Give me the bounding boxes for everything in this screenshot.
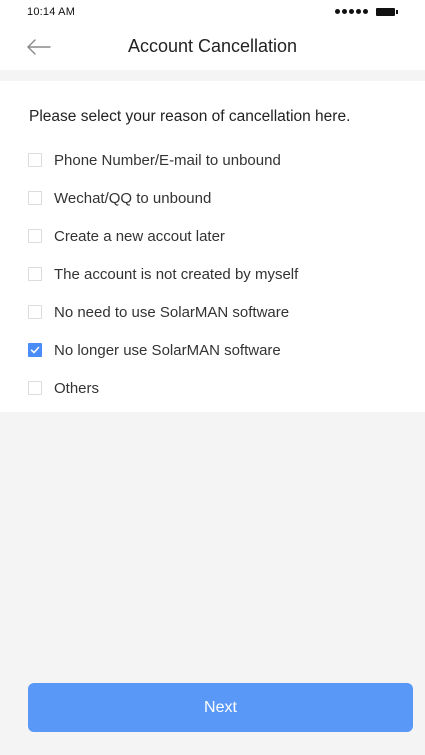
reason-label: Wechat/QQ to unbound — [54, 189, 212, 207]
page-title: Account Cancellation — [127, 36, 298, 56]
next-button[interactable]: Next — [28, 683, 413, 732]
reason-list: Phone Number/E-mail to unbound Wechat/QQ… — [28, 141, 298, 407]
checkmark-icon — [30, 346, 40, 354]
status-time: 10:14 AM — [27, 6, 76, 18]
status-bar: 10:14 AM — [0, 0, 425, 24]
reason-option-no-need[interactable]: No need to use SolarMAN software — [28, 293, 298, 331]
reason-prompt: Please select your reason of cancellatio… — [29, 108, 351, 125]
reason-label: Phone Number/E-mail to unbound — [54, 151, 281, 169]
reason-label: Create a new accout later — [54, 227, 225, 245]
reason-option-not-by-myself[interactable]: The account is not created by myself — [28, 255, 298, 293]
checkbox[interactable] — [28, 305, 42, 319]
reason-section: Please select your reason of cancellatio… — [0, 81, 425, 412]
checkbox[interactable] — [28, 191, 42, 205]
checkbox-checked[interactable] — [28, 343, 42, 357]
reason-label: No longer use SolarMAN software — [54, 341, 281, 359]
battery-icon — [376, 8, 398, 16]
checkbox[interactable] — [28, 153, 42, 167]
section-divider — [0, 70, 425, 81]
nav-bar: Account Cancellation — [0, 24, 425, 70]
reason-option-wechat-qq[interactable]: Wechat/QQ to unbound — [28, 179, 298, 217]
reason-option-others[interactable]: Others — [28, 369, 298, 407]
reason-option-no-longer-use[interactable]: No longer use SolarMAN software — [28, 331, 298, 369]
reason-option-phone-email[interactable]: Phone Number/E-mail to unbound — [28, 141, 298, 179]
reason-option-new-account[interactable]: Create a new accout later — [28, 217, 298, 255]
checkbox[interactable] — [28, 381, 42, 395]
reason-label: The account is not created by myself — [54, 265, 299, 283]
checkbox[interactable] — [28, 267, 42, 281]
signal-dots-icon — [335, 9, 368, 14]
checkbox[interactable] — [28, 229, 42, 243]
reason-label: No need to use SolarMAN software — [54, 303, 290, 321]
reason-label: Others — [54, 379, 100, 397]
